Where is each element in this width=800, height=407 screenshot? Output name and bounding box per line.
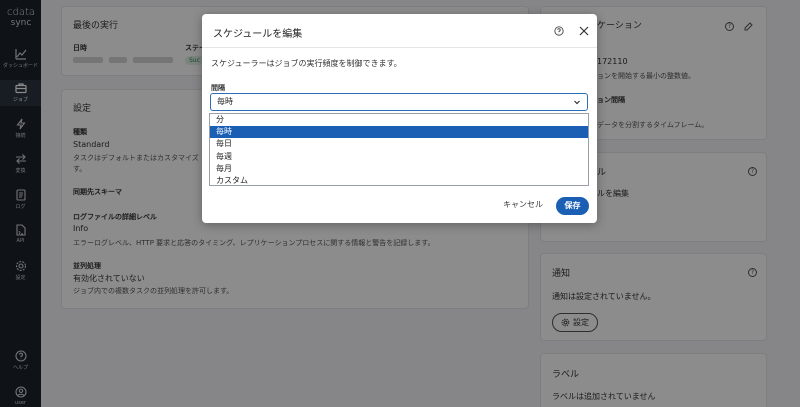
interval-option[interactable]: 毎月 bbox=[210, 163, 588, 175]
interval-select[interactable]: 毎時 bbox=[210, 93, 588, 111]
save-button[interactable]: 保存 bbox=[556, 197, 589, 215]
interval-option[interactable]: 毎週 bbox=[210, 151, 588, 163]
interval-dropdown-list: 分 毎時 毎日 毎週 毎月 カスタム bbox=[209, 113, 589, 186]
interval-option[interactable]: カスタム bbox=[210, 175, 588, 187]
dialog-divider bbox=[202, 47, 597, 48]
cancel-button[interactable]: キャンセル bbox=[503, 199, 543, 210]
interval-label: 間隔 bbox=[211, 84, 225, 92]
interval-option[interactable]: 毎日 bbox=[210, 138, 588, 150]
chevron-down-icon bbox=[574, 100, 580, 105]
help-icon[interactable] bbox=[554, 26, 564, 36]
interval-selected-value: 毎時 bbox=[217, 97, 233, 106]
interval-option-selected[interactable]: 毎時 bbox=[210, 126, 588, 139]
dialog-description: スケジューラーはジョブの実行頻度を制御できます。 bbox=[211, 59, 402, 68]
dialog-title: スケジュールを編集 bbox=[213, 29, 303, 40]
close-icon[interactable] bbox=[579, 26, 589, 36]
interval-option[interactable]: 分 bbox=[210, 114, 588, 126]
